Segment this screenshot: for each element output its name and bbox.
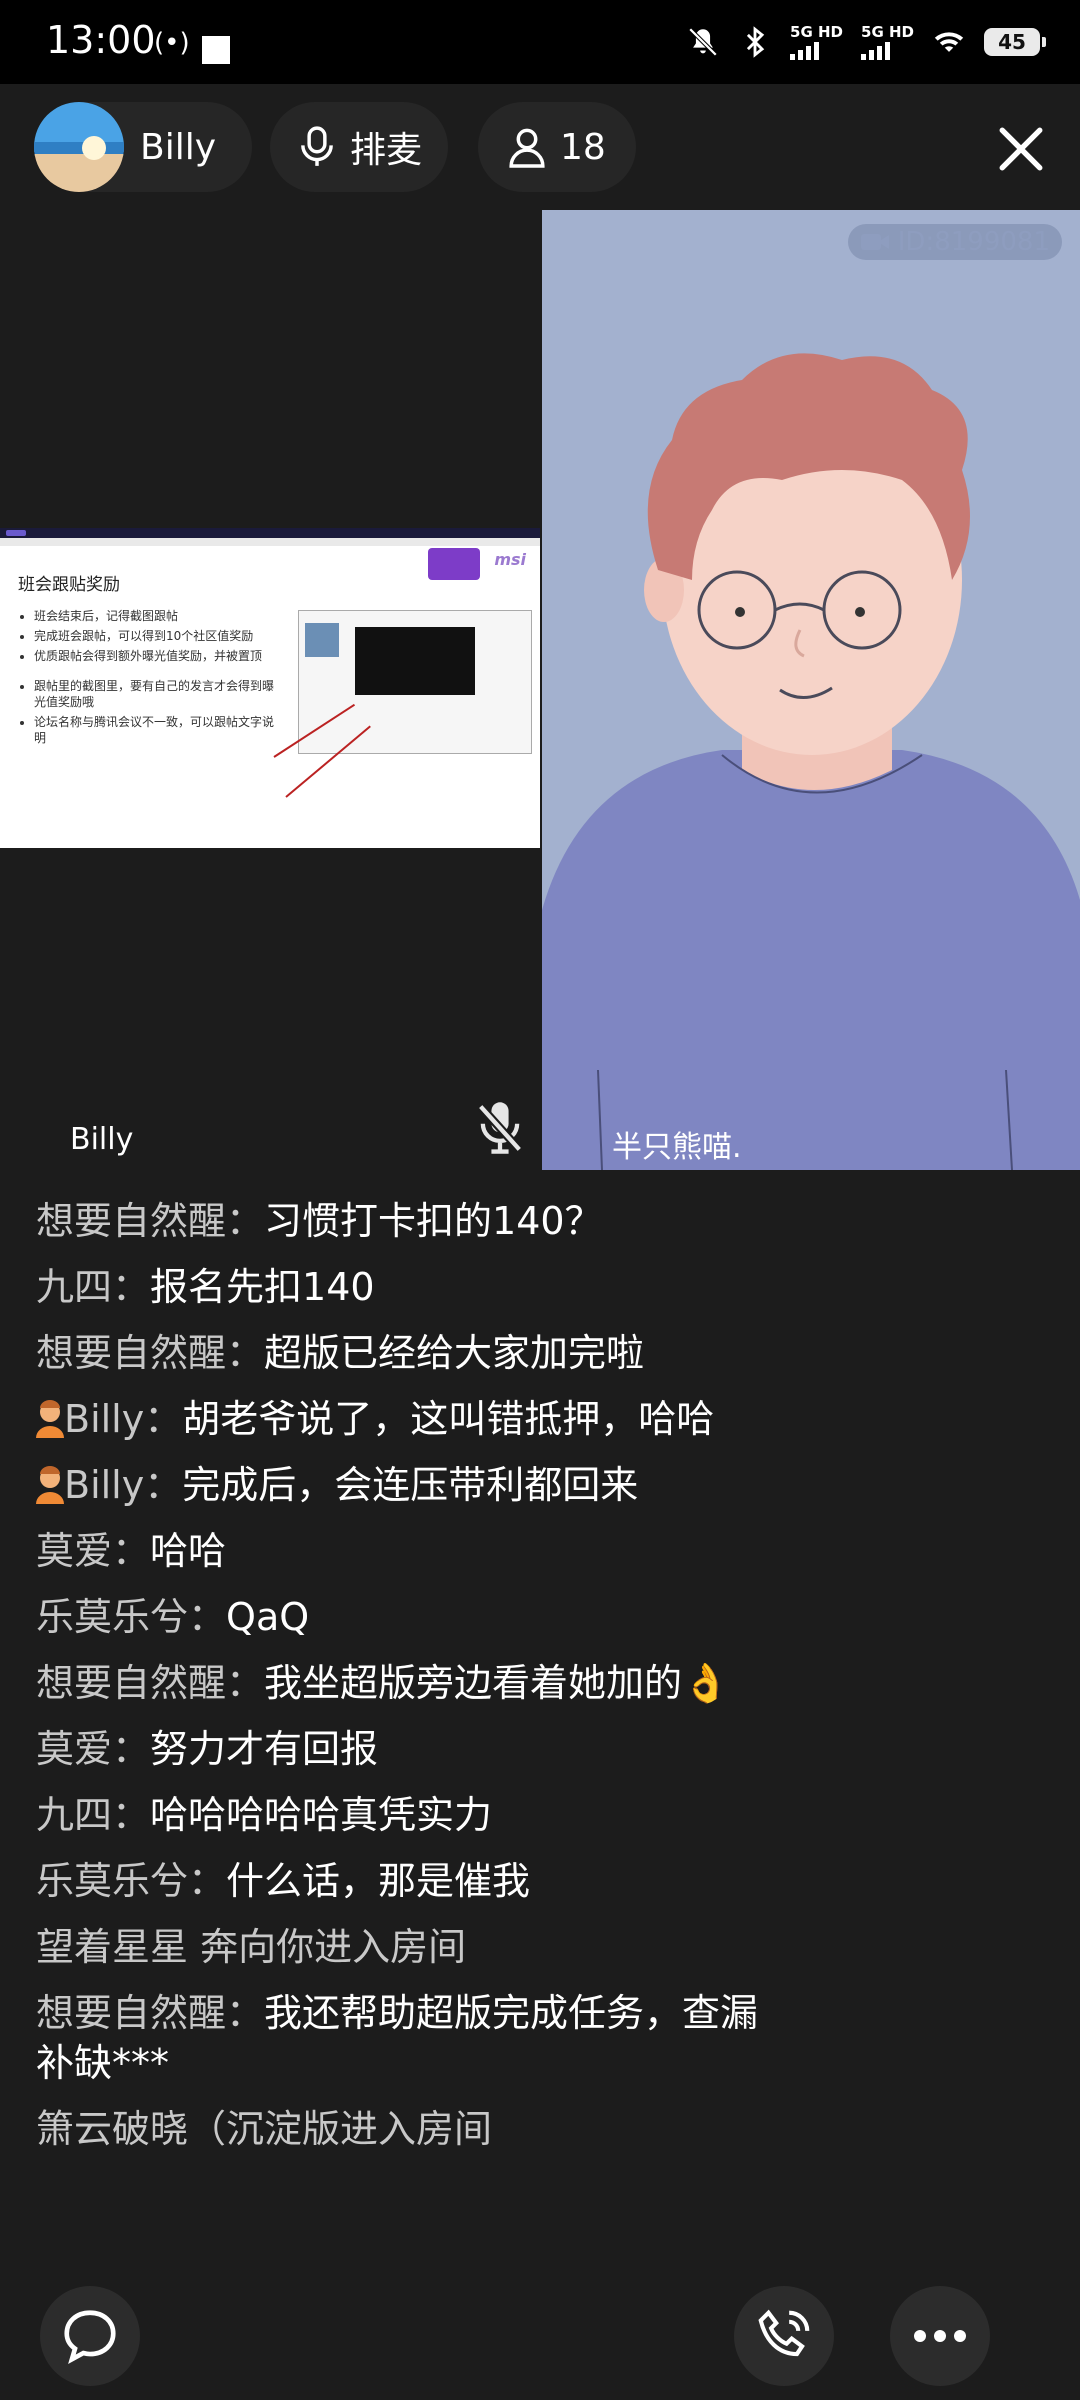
chat-user[interactable]: 九四 [36, 1793, 112, 1837]
chat-message: 九四：报名先扣140 [36, 1265, 375, 1309]
chat-user[interactable]: 想要自然醒 [36, 1199, 226, 1243]
shared-screen[interactable]: 班会跟贴奖励 msi 班会结束后，记得截图跟帖 完成班会跟帖，可以得到10个社区… [0, 528, 540, 848]
chat-text: 习惯打卡扣的140？ [264, 1199, 603, 1243]
close-icon[interactable] [996, 124, 1046, 174]
chat-user[interactable]: 想要自然醒 [36, 1331, 226, 1375]
chat-user[interactable]: 莫爱 [36, 1529, 112, 1573]
host-info[interactable]: Billy [34, 102, 253, 192]
slide-bullet: 优质跟帖会得到额外曝光值奖励，并被置顶 [34, 648, 284, 664]
wifi-icon [934, 32, 964, 52]
chat-list[interactable]: 想要自然醒：习惯打卡扣的140？ 九四：报名先扣140 想要自然醒：超版已经给大… [36, 1196, 776, 2272]
host-badge-icon [36, 1400, 64, 1438]
slide-screenshot [298, 610, 532, 754]
host-badge-icon [36, 1466, 64, 1504]
hotspot-icon: (•) [154, 28, 190, 58]
chat-message: 想要自然醒：我坐超版旁边看着她加的👌 [36, 1661, 730, 1705]
chat-user[interactable]: Billy [64, 1463, 144, 1507]
chat-message: 乐莫乐兮：什么话，那是催我 [36, 1859, 531, 1903]
chat-user[interactable]: 想要自然醒 [36, 1991, 226, 2035]
more-dots-icon [914, 2330, 966, 2342]
chat-message: 莫爱：哈哈 [36, 1529, 227, 1573]
phone-icon [758, 2309, 810, 2357]
slide-bullets: 班会结束后，记得截图跟帖 完成班会跟帖，可以得到10个社区值奖励 优质跟帖会得到… [18, 608, 284, 750]
video-stage: 班会跟贴奖励 msi 班会结束后，记得截图跟帖 完成班会跟帖，可以得到10个社区… [0, 210, 1080, 1170]
chat-message: 想要自然醒：习惯打卡扣的140？ [36, 1199, 603, 1243]
mic-muted-icon [477, 1102, 523, 1154]
chat-text: QaQ [226, 1595, 310, 1639]
chat-user[interactable]: 想要自然醒 [36, 1661, 226, 1705]
bluetooth-icon [746, 26, 765, 58]
chat-user[interactable]: Billy [64, 1397, 144, 1441]
chat-message: 想要自然醒：我还帮助超版完成任务，查漏补缺*** [36, 1991, 759, 2085]
call-button[interactable] [734, 2286, 834, 2386]
network-2-label: 5G HD [861, 23, 914, 41]
participant-video[interactable]: ID:8199081 [542, 210, 1080, 1170]
slide-logo [428, 548, 480, 580]
avatar-illustration [542, 353, 1080, 1170]
chat-text: 报名先扣140 [150, 1265, 375, 1309]
slide-title: 班会跟贴奖励 [18, 575, 120, 595]
slide-bullet: 跟帖里的截图里，要有自己的发言才会得到曝光值奖励哦 [34, 678, 284, 710]
room-header: Billy 排麦 18 [0, 84, 1080, 210]
chat-text: 胡老爷说了，这叫错抵押，哈哈 [182, 1397, 715, 1441]
slide-bullet: 班会结束后，记得截图跟帖 [34, 608, 284, 624]
host-name: Billy [140, 126, 217, 168]
chat-text: 完成后，会连压带利都回来 [182, 1463, 639, 1507]
slide-bullet: 论坛名称与腾讯会议不一致，可以跟帖文字说明 [34, 714, 284, 746]
system-message: 望着星星 奔向你进入房间 [36, 1925, 467, 1969]
chat-text: 我坐超版旁边看着她加的👌 [264, 1661, 730, 1705]
network-1-label: 5G HD [790, 23, 844, 41]
chat-text: 哈哈 [150, 1529, 227, 1573]
mic-queue-button[interactable]: 排麦 [270, 102, 449, 192]
chat-user[interactable]: 乐莫乐兮 [36, 1595, 188, 1639]
chat-user[interactable]: 乐莫乐兮 [36, 1859, 188, 1903]
signal-2-icon: 5G HD [861, 24, 914, 60]
chat-message: 乐莫乐兮：QaQ [36, 1595, 310, 1639]
mute-notifications-icon [688, 27, 718, 57]
slide-bullet: 完成班会跟帖，可以得到10个社区值奖励 [34, 628, 284, 644]
status-bar: 13:00 (•) 5G HD 5G HD 45 [0, 0, 1080, 84]
chat-message: 想要自然醒：超版已经给大家加完啦 [36, 1331, 645, 1375]
chat-input-button[interactable] [40, 2286, 140, 2386]
chat-message: Billy：胡老爷说了，这叫错抵押，哈哈 [36, 1394, 776, 1444]
host-avatar[interactable] [34, 102, 124, 192]
chat-bubble-icon [64, 2310, 116, 2364]
notification-icon [202, 36, 230, 64]
audience-count: 18 [560, 126, 606, 168]
chat-text: 哈哈哈哈哈真凭实力 [150, 1793, 493, 1837]
battery-icon: 45 [984, 28, 1046, 56]
chat-text: 努力才有回报 [150, 1727, 379, 1771]
system-message: 箫云破晓（沉淀版进入房间 [36, 2107, 493, 2151]
person-icon [509, 128, 545, 168]
microphone-icon [301, 126, 333, 166]
chat-text: 超版已经给大家加完啦 [264, 1331, 645, 1375]
chat-user[interactable]: 九四 [36, 1265, 112, 1309]
audience-button[interactable]: 18 [478, 102, 636, 192]
signal-1-icon: 5G HD [790, 24, 843, 60]
bottom-toolbar [0, 2272, 1080, 2400]
chat-user[interactable]: 莫爱 [36, 1727, 112, 1771]
chat-message: 九四：哈哈哈哈哈真凭实力 [36, 1793, 493, 1837]
more-options-button[interactable] [890, 2286, 990, 2386]
slide-brand: msi [494, 550, 526, 569]
chat-message: Billy：完成后，会连压带利都回来 [36, 1460, 776, 1510]
chat-message: 莫爱：努力才有回报 [36, 1727, 379, 1771]
participant-label-host: Billy [70, 1122, 134, 1157]
mic-queue-label: 排麦 [350, 130, 423, 171]
clock: 13:00 [46, 18, 156, 62]
participant-label-guest: 半只熊喵. [612, 1130, 742, 1165]
chat-text: 什么话，那是催我 [226, 1859, 531, 1903]
